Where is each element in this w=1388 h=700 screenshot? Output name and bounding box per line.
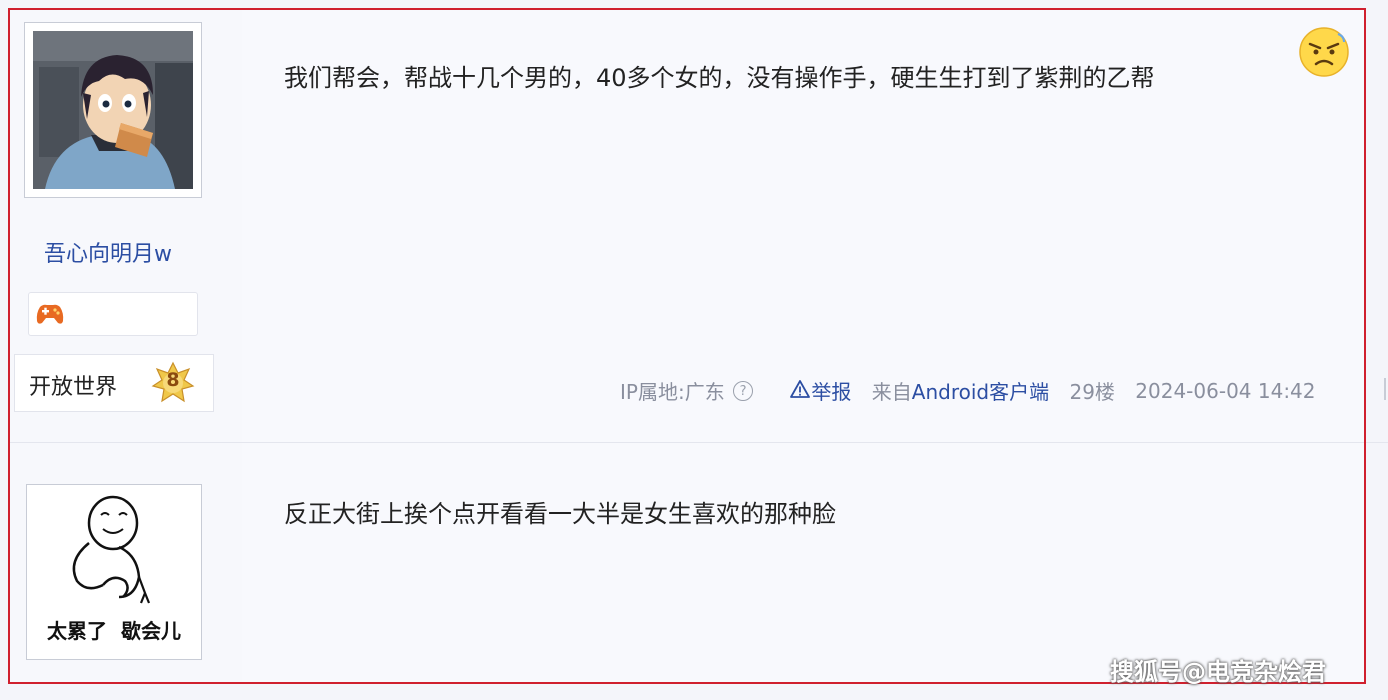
watermark: 搜狐号@电竞杂烩君 <box>1110 658 1326 686</box>
highlight-frame <box>8 8 1366 684</box>
scroll-edge <box>1384 378 1386 400</box>
